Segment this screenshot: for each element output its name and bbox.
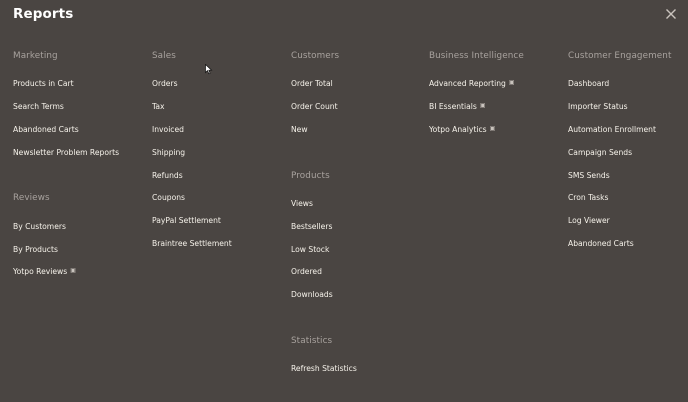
- section-heading-products: Products: [291, 171, 330, 181]
- menu-item-log-viewer[interactable]: Log Viewer: [568, 216, 610, 225]
- menu-item-paypal-settlement[interactable]: PayPal Settlement: [152, 216, 221, 225]
- section-heading-marketing: Marketing: [13, 51, 58, 61]
- close-button[interactable]: [663, 6, 679, 22]
- menu-item-invoiced[interactable]: Invoiced: [152, 125, 184, 134]
- menu-item-dashboard[interactable]: Dashboard: [568, 79, 609, 88]
- section-heading-statistics: Statistics: [291, 336, 333, 346]
- menu-item-low-stock[interactable]: Low Stock: [291, 245, 329, 254]
- menu-item-by-customers[interactable]: By Customers: [13, 222, 66, 231]
- menu-item-tax[interactable]: Tax: [152, 102, 165, 111]
- menu-item-by-products[interactable]: By Products: [13, 245, 58, 254]
- menu-item-views[interactable]: Views: [291, 199, 313, 208]
- menu-item-products-in-cart[interactable]: Products in Cart: [13, 79, 74, 88]
- menu-item-label: Yotpo Analytics: [429, 125, 487, 134]
- menu-item-abandoned-carts[interactable]: Abandoned Carts: [13, 125, 79, 134]
- menu-item-downloads[interactable]: Downloads: [291, 290, 333, 299]
- section-heading-business-intelligence: Business Intelligence: [429, 51, 524, 61]
- menu-item-label: BI Essentials: [429, 102, 477, 111]
- external-link-icon: ▣: [508, 79, 515, 86]
- external-link-icon: ▣: [479, 102, 486, 109]
- menu-item-abandoned-carts-engagement[interactable]: Abandoned Carts: [568, 239, 634, 248]
- menu-item-coupons[interactable]: Coupons: [152, 193, 185, 202]
- external-link-icon: ▣: [489, 125, 496, 132]
- menu-item-braintree-settlement[interactable]: Braintree Settlement: [152, 239, 232, 248]
- section-heading-customers: Customers: [291, 51, 340, 61]
- section-heading-customer-engagement: Customer Engagement: [568, 51, 672, 61]
- close-icon: [666, 9, 676, 19]
- section-heading-sales: Sales: [152, 51, 176, 61]
- menu-item-orders[interactable]: Orders: [152, 79, 178, 88]
- menu-item-refunds[interactable]: Refunds: [152, 171, 183, 180]
- menu-item-order-total[interactable]: Order Total: [291, 79, 333, 88]
- menu-item-advanced-reporting[interactable]: Advanced Reporting ▣: [429, 79, 515, 88]
- menu-item-sms-sends[interactable]: SMS Sends: [568, 171, 610, 180]
- menu-item-bi-essentials[interactable]: BI Essentials ▣: [429, 102, 486, 111]
- menu-item-campaign-sends[interactable]: Campaign Sends: [568, 148, 632, 157]
- external-link-icon: ▣: [70, 267, 76, 274]
- menu-item-cron-tasks[interactable]: Cron Tasks: [568, 193, 608, 202]
- menu-item-new[interactable]: New: [291, 125, 308, 134]
- menu-item-yotpo-reviews[interactable]: Yotpo Reviews ▣: [13, 267, 76, 276]
- menu-item-yotpo-analytics[interactable]: Yotpo Analytics ▣: [429, 125, 495, 134]
- menu-item-newsletter-problem-reports[interactable]: Newsletter Problem Reports: [13, 148, 119, 157]
- menu-item-refresh-statistics[interactable]: Refresh Statistics: [291, 364, 357, 373]
- menu-item-shipping[interactable]: Shipping: [152, 148, 185, 157]
- mouse-cursor-icon: [205, 60, 213, 79]
- menu-item-label: Yotpo Reviews: [13, 267, 68, 276]
- menu-item-ordered[interactable]: Ordered: [291, 267, 322, 276]
- menu-item-order-count[interactable]: Order Count: [291, 102, 338, 111]
- menu-item-automation-enrollment[interactable]: Automation Enrollment: [568, 125, 656, 134]
- menu-item-search-terms[interactable]: Search Terms: [13, 102, 64, 111]
- menu-item-bestsellers[interactable]: Bestsellers: [291, 222, 332, 231]
- page-title: Reports: [13, 6, 74, 22]
- menu-item-importer-status[interactable]: Importer Status: [568, 102, 628, 111]
- menu-item-label: Advanced Reporting: [429, 79, 506, 88]
- section-heading-reviews: Reviews: [13, 193, 50, 203]
